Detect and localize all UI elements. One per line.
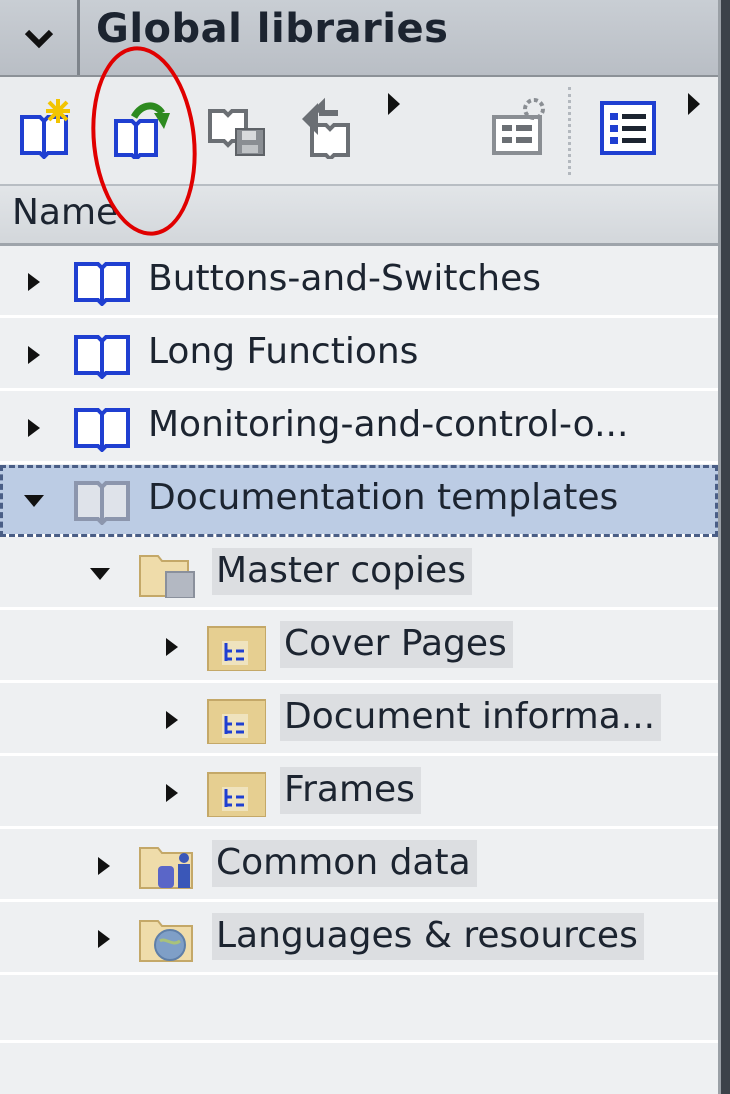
tree-row-monitoring-and-control[interactable]: Monitoring-and-control-o... (0, 392, 718, 464)
global-libraries-panel: Global libraries Name Buttons-and-Switch… (0, 0, 730, 1094)
tree-row-label: Frames (280, 767, 421, 814)
tree-row-label: Long Functions (148, 331, 419, 372)
library-tree: Buttons-and-Switches Long Functions Moni… (0, 246, 718, 1094)
folder-icon (207, 699, 266, 744)
panel-title: Global libraries (96, 6, 449, 52)
tree-row-label: Documentation templates (148, 477, 619, 518)
expand-arrow-icon[interactable] (92, 854, 116, 878)
folder-icon (207, 626, 266, 671)
expand-arrow-icon[interactable] (22, 416, 46, 440)
library-book-icon (74, 335, 130, 379)
folder-icon (207, 772, 266, 817)
open-library-button[interactable] (108, 95, 172, 162)
common-data-folder-icon (139, 847, 193, 889)
tree-row-long-functions[interactable]: Long Functions (0, 319, 718, 391)
tree-row-documentation-templates[interactable]: Documentation templates (0, 465, 718, 537)
tree-row-document-information[interactable]: Document informa... (0, 684, 718, 756)
collapse-panel-button[interactable] (0, 0, 80, 75)
panel-right-border (718, 0, 730, 1094)
tree-row-frames[interactable]: Frames (0, 757, 718, 829)
collapse-arrow-icon[interactable] (22, 489, 46, 513)
create-new-library-button[interactable] (14, 95, 78, 160)
tree-row-label: Buttons-and-Switches (148, 258, 541, 299)
expand-arrow-icon[interactable] (160, 781, 184, 805)
expand-arrow-icon[interactable] (160, 635, 184, 659)
tree-row-label: Monitoring-and-control-o... (148, 404, 629, 445)
toolbar-overflow-arrow-icon[interactable] (686, 91, 702, 117)
list-view-icon (600, 101, 656, 155)
save-library-button[interactable] (206, 95, 270, 159)
library-book-icon (74, 262, 130, 306)
toolbar-separator (568, 87, 571, 175)
expand-arrow-icon[interactable] (92, 927, 116, 951)
expand-arrow-icon[interactable] (160, 708, 184, 732)
column-header-label: Name (12, 192, 119, 233)
library-properties-icon (492, 98, 545, 155)
tree-row-label: Cover Pages (280, 621, 513, 668)
toolbar-overflow-arrow-icon[interactable] (386, 91, 402, 117)
expand-arrow-icon[interactable] (22, 270, 46, 294)
column-header-name[interactable]: Name (0, 186, 718, 246)
master-copies-folder-icon (139, 555, 195, 598)
library-save-icon (208, 109, 265, 156)
tree-row-label: Document informa... (280, 694, 662, 741)
tree-empty-row-divider (0, 1040, 718, 1043)
collapse-arrow-icon[interactable] (88, 562, 112, 586)
tree-row-cover-pages[interactable]: Cover Pages (0, 611, 718, 683)
tree-row-buttons-and-switches[interactable]: Buttons-and-Switches (0, 246, 718, 318)
library-book-icon (74, 481, 130, 525)
tree-row-languages-and-resources[interactable]: Languages & resources (0, 903, 718, 975)
chevron-down-icon (24, 29, 53, 48)
tree-row-label: Master copies (212, 548, 472, 595)
tree-row-label: Common data (212, 840, 477, 887)
library-toolbar (0, 77, 718, 186)
close-library-button[interactable] (298, 95, 362, 162)
library-view-button[interactable] (596, 95, 660, 159)
tree-row-common-data[interactable]: Common data (0, 830, 718, 902)
languages-folder-icon (139, 920, 193, 962)
book-open-arrow-icon (114, 102, 170, 162)
library-close-icon (302, 97, 350, 162)
expand-arrow-icon[interactable] (22, 343, 46, 367)
panel-header: Global libraries (0, 0, 730, 77)
library-properties-button[interactable] (488, 95, 552, 159)
tree-row-master-copies[interactable]: Master copies (0, 538, 718, 610)
book-new-star-icon (20, 99, 70, 160)
tree-row-label: Languages & resources (212, 913, 644, 960)
library-book-icon (74, 408, 130, 452)
